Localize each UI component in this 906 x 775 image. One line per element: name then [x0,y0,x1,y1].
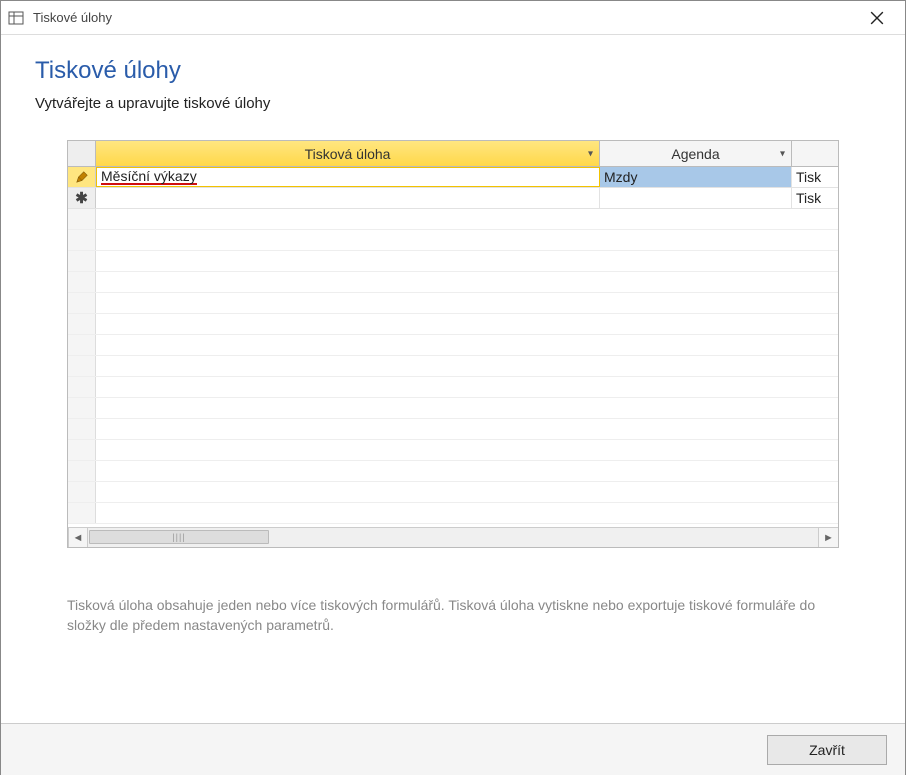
row-state-new-icon[interactable]: ✱ [68,188,96,208]
scrollbar-track[interactable]: |||| [88,528,818,547]
empty-row [68,209,838,230]
column-header-job-label: Tisková úloha [305,146,391,162]
table-row[interactable]: Měsíční výkazy Mzdy Tisk [68,167,838,188]
cell-extra-value: Tisk [796,169,821,185]
thumb-grip-icon: |||| [172,532,185,542]
cell-agenda[interactable]: Mzdy [600,167,792,187]
empty-row [68,503,838,524]
close-dialog-label: Zavřít [809,742,845,758]
cell-agenda[interactable] [600,188,792,208]
page-heading: Tiskové úlohy [35,57,871,85]
empty-row [68,251,838,272]
jobs-grid: Tisková úloha ▾ Agenda ▾ Měsíční [67,140,839,548]
scroll-right-arrow-icon[interactable]: ► [818,528,838,547]
row-state-editing-icon[interactable] [68,167,96,187]
empty-row [68,440,838,461]
column-header-agenda[interactable]: Agenda ▾ [600,141,792,166]
empty-row [68,398,838,419]
cell-job[interactable]: Měsíční výkazy [96,167,600,187]
scrollbar-thumb[interactable]: |||| [89,530,269,544]
close-dialog-button[interactable]: Zavřít [767,735,887,765]
empty-row [68,356,838,377]
sort-dropdown-icon[interactable]: ▾ [588,148,593,159]
horizontal-scrollbar[interactable]: ◄ |||| ► [68,527,838,547]
empty-row [68,377,838,398]
cell-agenda-value: Mzdy [604,169,637,185]
empty-row [68,419,838,440]
dialog-footer: Zavřít [1,723,905,775]
scroll-left-arrow-icon[interactable]: ◄ [68,528,88,547]
window-title: Tiskové úlohy [33,10,857,25]
titlebar: Tiskové úlohy [1,1,905,35]
column-header-agenda-label: Agenda [671,146,719,162]
grid-body: Měsíční výkazy Mzdy Tisk ✱ [68,167,838,527]
cell-extra-value: Tisk [796,190,821,206]
column-header-job[interactable]: Tisková úloha ▾ [96,141,600,166]
empty-row [68,314,838,335]
empty-row [68,335,838,356]
cell-job-value: Měsíční výkazy [101,169,197,185]
help-text: Tisková úloha obsahuje jeden nebo více t… [67,596,839,635]
cell-extra[interactable]: Tisk [792,188,828,208]
empty-row [68,461,838,482]
empty-row [68,293,838,314]
page-subheading: Vytvářejte a upravujte tiskové úlohy [35,95,871,112]
table-row[interactable]: ✱ Tisk [68,188,838,209]
select-all-cell[interactable] [68,141,96,166]
cell-job[interactable] [96,188,600,208]
close-button[interactable] [857,3,897,33]
sort-dropdown-icon[interactable]: ▾ [780,148,785,159]
grid-header-row: Tisková úloha ▾ Agenda ▾ [68,141,838,167]
cell-extra[interactable]: Tisk [792,167,828,187]
column-header-extra[interactable] [792,141,828,166]
empty-row [68,482,838,503]
asterisk-icon: ✱ [75,189,88,207]
content-area: Tiskové úlohy Vytvářejte a upravujte tis… [1,35,905,645]
empty-row [68,272,838,293]
app-icon [7,9,25,27]
empty-row [68,230,838,251]
